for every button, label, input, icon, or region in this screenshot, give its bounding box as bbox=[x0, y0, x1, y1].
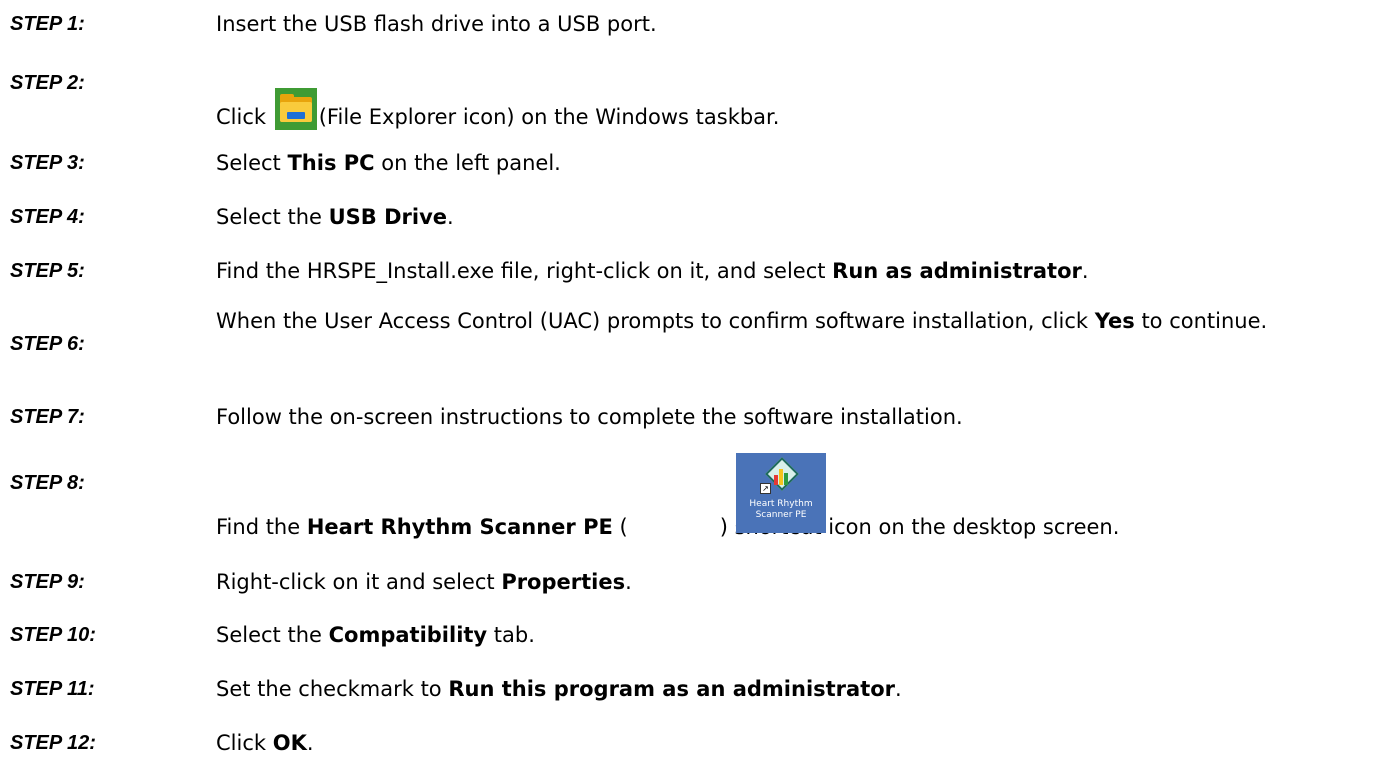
step-label: STEP 8: bbox=[10, 472, 85, 494]
step-label: STEP 2: bbox=[10, 72, 85, 94]
step-text-mid: ( bbox=[612, 515, 628, 539]
step-label: STEP 9: bbox=[10, 571, 85, 593]
step-text-pre: Find the bbox=[216, 515, 307, 539]
step-label: STEP 11: bbox=[10, 678, 95, 700]
step-text-post: . bbox=[895, 677, 902, 701]
step-text: Select This PC on the left panel. bbox=[216, 147, 1372, 179]
step-text-post: . bbox=[447, 205, 454, 229]
step-text-pre: Click bbox=[216, 105, 267, 129]
step-text-pre: Click bbox=[216, 731, 273, 755]
step-text-post: (File Explorer icon) on the Windows task… bbox=[318, 105, 780, 129]
step-text: Click (File Explorer icon) on the Window… bbox=[216, 88, 1372, 133]
ui-term: Run this program as an administrator bbox=[448, 677, 896, 701]
step-text-pre: Select the bbox=[216, 205, 329, 229]
step-label: STEP 4: bbox=[10, 206, 85, 228]
step-text-post: . bbox=[625, 570, 632, 594]
step-text-pre: Select bbox=[216, 151, 288, 175]
step-text: Insert the USB flash drive into a USB po… bbox=[216, 12, 657, 36]
step-text: Click OK. bbox=[216, 727, 1372, 759]
ui-term: Properties bbox=[501, 570, 626, 594]
step-text-post: . bbox=[306, 731, 314, 755]
ui-term: USB Drive bbox=[328, 205, 448, 229]
file-explorer-icon bbox=[274, 88, 317, 130]
step-label: STEP 12: bbox=[10, 732, 96, 754]
step-text: Follow the on-screen instructions to com… bbox=[216, 405, 963, 429]
step-text-post: to continue. bbox=[1134, 309, 1268, 333]
step-text-pre: Select the bbox=[216, 623, 329, 647]
step-label: STEP 5: bbox=[10, 260, 85, 282]
step-text-pre: Right-click on it and select bbox=[216, 570, 502, 594]
step-label: STEP 7: bbox=[10, 406, 85, 428]
ui-term: Run as administrator bbox=[832, 259, 1082, 283]
step-text-post: tab. bbox=[487, 623, 535, 647]
ui-term: OK bbox=[272, 731, 307, 755]
shortcut-caption: Heart Rhythm Scanner PE bbox=[749, 499, 813, 520]
step-label: STEP 6: bbox=[10, 333, 85, 355]
ui-term: Yes bbox=[1094, 309, 1135, 333]
step-text-pre: When the User Access Control (UAC) promp… bbox=[216, 309, 1095, 333]
shortcut-arrow-icon: ↗ bbox=[760, 483, 771, 494]
step-text: When the User Access Control (UAC) promp… bbox=[216, 305, 1366, 337]
ui-term: Heart Rhythm Scanner PE bbox=[306, 515, 613, 539]
step-text: Set the checkmark to Run this program as… bbox=[216, 673, 1372, 705]
step-text-pre: Set the checkmark to bbox=[216, 677, 449, 701]
step-text: Select the USB Drive. bbox=[216, 201, 1372, 233]
step-text: Find the HRSPE_Install.exe file, right-c… bbox=[216, 255, 1372, 287]
step-text-post: . bbox=[1081, 259, 1089, 283]
heart-rhythm-scanner-shortcut-icon: ↗ Heart Rhythm Scanner PE bbox=[736, 453, 826, 533]
step-text: Right-click on it and select Properties. bbox=[216, 566, 1372, 598]
step-label: STEP 10: bbox=[10, 624, 96, 646]
ui-term: Compatibility bbox=[328, 623, 488, 647]
step-label: STEP 3: bbox=[10, 152, 85, 174]
step-text: Select the Compatibility tab. bbox=[216, 619, 1372, 651]
step-label: STEP 1: bbox=[10, 13, 85, 35]
step-text-pre: Find the HRSPE_Install.exe file, right-c… bbox=[216, 259, 833, 283]
ui-term: This PC bbox=[287, 151, 375, 175]
step-text-post: on the left panel. bbox=[374, 151, 561, 175]
